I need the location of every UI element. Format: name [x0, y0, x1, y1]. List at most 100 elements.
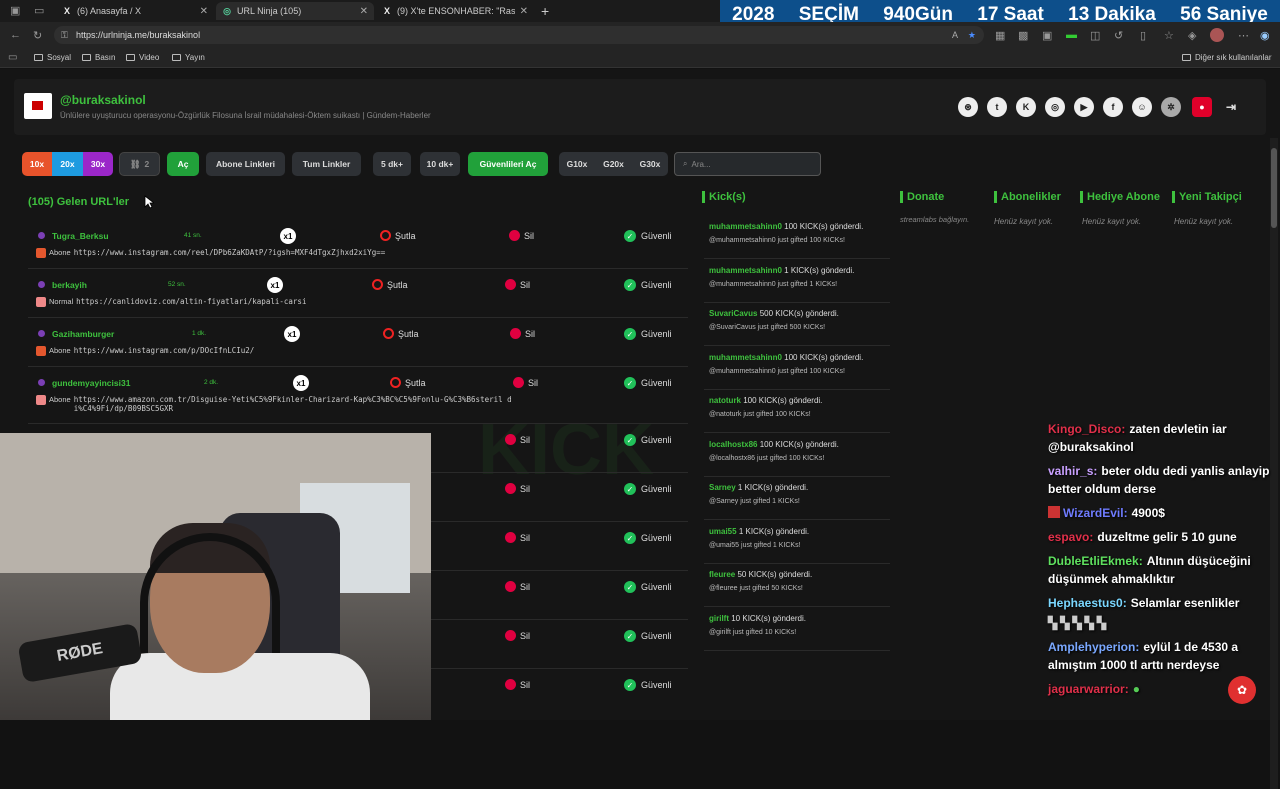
- refresh-extension-icon[interactable]: ↺: [1114, 29, 1123, 42]
- url-username[interactable]: Tugra_Berksu: [52, 231, 109, 241]
- x1-button[interactable]: x1: [280, 228, 296, 244]
- url-username[interactable]: gundemyayincisi31: [52, 378, 130, 388]
- shield-icon[interactable]: ◈: [1188, 29, 1196, 42]
- assistant-fab-icon[interactable]: ✿: [1228, 676, 1256, 704]
- kick-line: localhostx86 100 KICK(s) gönderdi.: [709, 440, 839, 449]
- dribbble-icon[interactable]: ⊛: [958, 97, 978, 117]
- safe-button[interactable]: ✓ Güvenli: [624, 328, 672, 340]
- url-link[interactable]: Abone https://www.instagram.com/reel/DPb6…: [36, 248, 596, 258]
- filter-g30x-button[interactable]: G30x: [632, 152, 668, 176]
- bookmark-yayin[interactable]: Yayın: [172, 53, 205, 62]
- youtube-icon[interactable]: ▶: [1074, 97, 1094, 117]
- delete-button[interactable]: Sil: [505, 630, 530, 641]
- extension-icon[interactable]: ▬: [1066, 29, 1077, 41]
- url-username[interactable]: berkayih: [52, 280, 87, 290]
- all-links-button[interactable]: Tum Linkler: [292, 152, 361, 176]
- user-icon: [38, 330, 45, 337]
- url-link[interactable]: Abone https://www.amazon.com.tr/Disguise-…: [36, 395, 516, 413]
- split-screen-icon[interactable]: ▯: [1140, 29, 1146, 42]
- extension-icon[interactable]: ◫: [1090, 29, 1100, 42]
- kick-button[interactable]: Şutla: [383, 328, 419, 339]
- back-icon[interactable]: ←: [10, 29, 21, 41]
- 10min-plus-button[interactable]: 10 dk+: [420, 152, 460, 176]
- delete-button[interactable]: Sil: [505, 679, 530, 690]
- link-count-button[interactable]: ⛓ 2: [119, 152, 160, 176]
- discord-icon[interactable]: ☺: [1132, 97, 1152, 117]
- delete-button[interactable]: Sil: [510, 328, 535, 339]
- settings-icon[interactable]: ✲: [1161, 97, 1181, 117]
- tab-x-home[interactable]: X (6) Anasayfa / X ✕: [56, 2, 214, 20]
- sidebar-toggle-icon[interactable]: ▭: [8, 52, 17, 63]
- delete-button[interactable]: Sil: [505, 279, 530, 290]
- url-username[interactable]: Gazihamburger: [52, 329, 114, 339]
- delete-icon: [505, 532, 516, 543]
- safe-button[interactable]: ✓ Güvenli: [624, 279, 672, 291]
- kick-button[interactable]: Şutla: [390, 377, 426, 388]
- safe-button[interactable]: ✓ Güvenli: [624, 230, 672, 242]
- safe-button[interactable]: ✓ Güvenli: [624, 377, 672, 389]
- safe-button[interactable]: ✓ Güvenli: [624, 581, 672, 593]
- filter-g10x-button[interactable]: G10x: [559, 152, 595, 176]
- x1-button[interactable]: x1: [293, 375, 309, 391]
- kick-button[interactable]: Şutla: [380, 230, 416, 241]
- delete-button[interactable]: Sil: [509, 230, 534, 241]
- check-icon: ✓: [624, 230, 636, 242]
- filter-20x-button[interactable]: 20x: [52, 152, 83, 176]
- extension-icon[interactable]: ▩: [1018, 29, 1028, 42]
- extension-icon[interactable]: ▦: [995, 29, 1005, 42]
- delete-button[interactable]: Sil: [505, 483, 530, 494]
- safe-button[interactable]: ✓ Güvenli: [624, 483, 672, 495]
- avatar[interactable]: [1210, 28, 1224, 42]
- search-input[interactable]: ⌕ Ara...: [674, 152, 821, 176]
- url-link[interactable]: Normal https://canlidoviz.com/altin-fiyat…: [36, 297, 596, 307]
- delete-button[interactable]: Sil: [505, 434, 530, 445]
- safe-button[interactable]: ✓ Güvenli: [624, 630, 672, 642]
- extension-icon[interactable]: ▣: [1042, 29, 1052, 42]
- x1-button[interactable]: x1: [284, 326, 300, 342]
- close-icon[interactable]: ✕: [200, 6, 208, 17]
- kick-button[interactable]: Şutla: [372, 279, 408, 290]
- 5min-plus-button[interactable]: 5 dk+: [373, 152, 411, 176]
- filter-g20x-button[interactable]: G20x: [595, 152, 632, 176]
- safe-button[interactable]: ✓ Güvenli: [624, 532, 672, 544]
- bookmark-other[interactable]: Diğer sık kullanılanlar: [1182, 53, 1271, 62]
- tab-overview-icon[interactable]: ▭: [34, 4, 44, 17]
- instagram-icon[interactable]: ◎: [1045, 97, 1065, 117]
- delete-button[interactable]: Sil: [513, 377, 538, 388]
- safe-button[interactable]: ✓ Güvenli: [624, 679, 672, 691]
- safe-button[interactable]: ✓ Güvenli: [624, 434, 672, 446]
- tab-actions-icon[interactable]: ▣: [10, 4, 20, 17]
- scrollbar-thumb[interactable]: [1271, 148, 1277, 228]
- tab-x-ensonhaber[interactable]: X (9) X'te ENSONHABER: "Rasim Oz... ✕: [376, 2, 534, 20]
- facebook-icon[interactable]: f: [1103, 97, 1123, 117]
- bookmark-sosyal[interactable]: Sosyal: [34, 53, 71, 62]
- new-tab-icon[interactable]: +: [541, 3, 549, 19]
- channel-name[interactable]: @buraksakinol: [60, 93, 146, 107]
- logout-icon[interactable]: ⇥: [1221, 97, 1241, 117]
- tab-urlninja[interactable]: ◎ URL Ninja (105) ✕: [216, 2, 374, 20]
- close-icon[interactable]: ✕: [520, 6, 528, 17]
- twitter-icon[interactable]: t: [987, 97, 1007, 117]
- read-aloud-icon[interactable]: A: [952, 30, 958, 40]
- bookmark-basin[interactable]: Basın: [82, 53, 115, 62]
- x1-button[interactable]: x1: [267, 277, 283, 293]
- url-link[interactable]: Abone https://www.instagram.com/p/DOcIfnL…: [36, 346, 596, 356]
- url-field[interactable]: ⚿ https://urlninja.me/buraksakinol A ★: [54, 26, 984, 44]
- filter-30x-button[interactable]: 30x: [83, 152, 113, 176]
- favorites-icon[interactable]: ☆: [1164, 29, 1174, 42]
- copilot-icon[interactable]: ◉: [1260, 29, 1270, 42]
- open-button[interactable]: Aç: [167, 152, 199, 176]
- delete-button[interactable]: Sil: [505, 581, 530, 592]
- open-safe-button[interactable]: Güvenlileri Aç: [468, 152, 548, 176]
- close-icon[interactable]: ✕: [360, 6, 368, 17]
- delete-icon: [505, 483, 516, 494]
- kick-icon[interactable]: K: [1016, 97, 1036, 117]
- bookmark-video[interactable]: Video: [126, 53, 159, 62]
- filter-10x-button[interactable]: 10x: [22, 152, 52, 176]
- subscriber-links-button[interactable]: Abone Linkleri: [206, 152, 285, 176]
- star-icon[interactable]: ★: [968, 30, 976, 41]
- reload-icon[interactable]: ↻: [33, 29, 42, 42]
- record-icon[interactable]: ●: [1192, 97, 1212, 117]
- delete-button[interactable]: Sil: [505, 532, 530, 543]
- menu-icon[interactable]: ⋯: [1238, 29, 1249, 42]
